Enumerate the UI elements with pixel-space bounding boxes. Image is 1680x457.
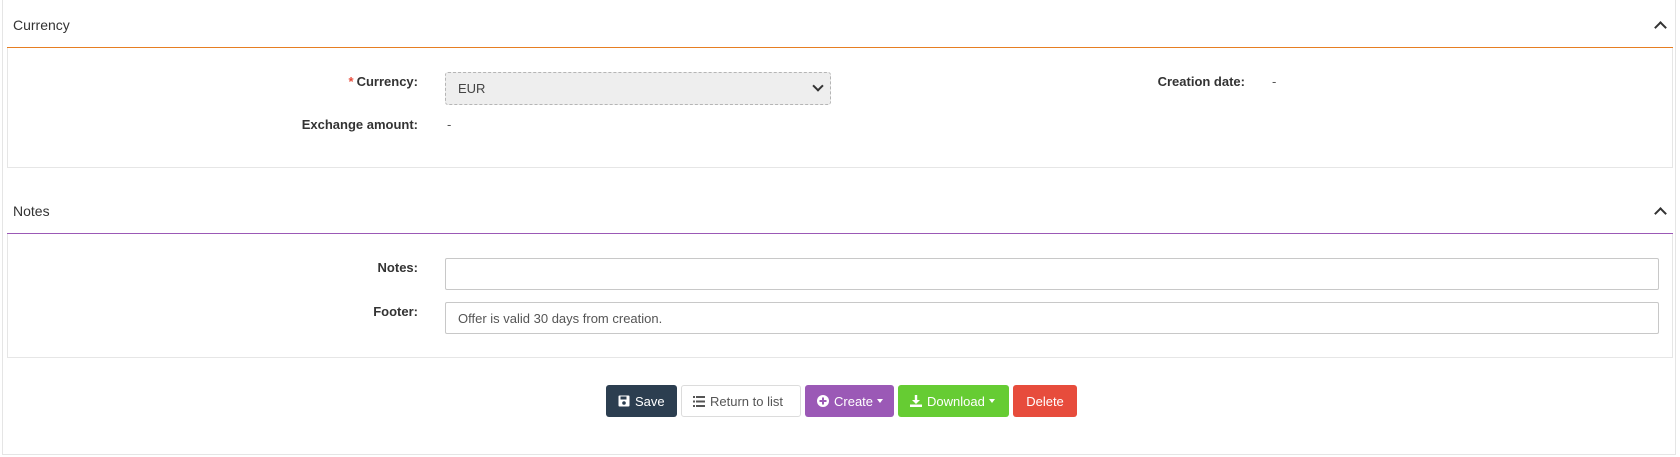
notes-panel-title: Notes [13, 202, 50, 219]
return-to-list-button[interactable]: Return to list [681, 385, 801, 417]
notes-panel-body: Notes: Footer: [7, 234, 1673, 358]
currency-label: * Currency: [8, 74, 418, 89]
chevron-up-icon[interactable] [1653, 18, 1667, 32]
create-dropdown-button[interactable]: Create [805, 385, 894, 417]
caret-down-icon [877, 399, 884, 403]
chevron-up-icon[interactable] [1653, 204, 1667, 218]
currency-panel-body: * Currency: EUR Exchange amount: - Creati… [7, 48, 1673, 168]
caret-down-icon [988, 399, 995, 403]
footer-input[interactable] [445, 302, 1659, 334]
exchange-amount-label: Exchange amount: [301, 117, 418, 132]
currency-label-text: Currency: [356, 74, 418, 89]
list-icon [693, 395, 705, 407]
save-button[interactable]: Save [606, 385, 677, 417]
delete-button[interactable]: Delete [1013, 385, 1077, 417]
download-dropdown-button[interactable]: Download [898, 385, 1009, 417]
notes-panel-header[interactable]: Notes [7, 188, 1673, 234]
creation-date-value: - [1272, 74, 1277, 89]
currency-panel-header[interactable]: Currency [7, 2, 1673, 48]
currency-panel-title: Currency [13, 16, 70, 33]
save-label: Save [635, 393, 665, 409]
exchange-amount-value: - [447, 117, 452, 132]
floppy-disk-icon [618, 395, 630, 407]
creation-date-label: Creation date: [1157, 74, 1245, 89]
action-toolbar: Save Return to list Create Download Dele… [606, 385, 1077, 417]
footer-label: Footer: [373, 304, 418, 319]
download-icon [910, 395, 922, 407]
required-marker: * [348, 74, 354, 89]
currency-select[interactable]: EUR [445, 72, 831, 105]
create-label: Create [834, 393, 874, 409]
delete-label: Delete [1026, 393, 1064, 409]
offer-form-page: Currency * Currency: EUR Exchange amount:… [2, 0, 1676, 455]
notes-label: Notes: [377, 260, 418, 275]
return-to-list-label: Return to list [710, 393, 783, 409]
download-label: Download [927, 393, 985, 409]
notes-input[interactable] [445, 258, 1659, 290]
plus-circle-icon [817, 395, 829, 407]
